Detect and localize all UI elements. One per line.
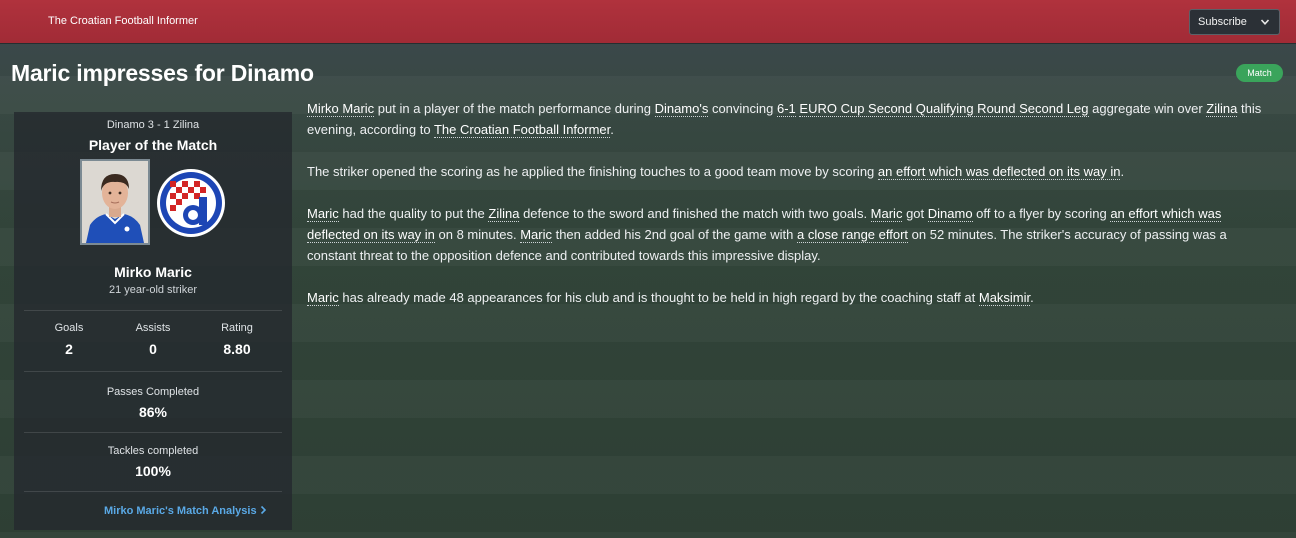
player-of-match-panel: Dinamo 3 - 1 Zilina Player of the Match (14, 112, 292, 530)
article-paragraph: Mirko Maric put in a player of the match… (307, 98, 1267, 140)
article-text: . (610, 122, 614, 137)
club-link[interactable]: Dinamo's (654, 101, 709, 117)
player-name[interactable]: Mirko Maric (14, 264, 292, 280)
article-text: convincing (708, 101, 777, 116)
divider (24, 491, 282, 492)
match-score[interactable]: Dinamo 3 - 1 Zilina (14, 119, 292, 131)
divider (24, 371, 282, 372)
club-link[interactable]: Dinamo (927, 206, 973, 222)
award-title: Player of the Match (88, 137, 218, 153)
article-text: The striker opened the scoring as he app… (307, 164, 878, 179)
player-link[interactable]: Maric (520, 227, 552, 243)
article-text: . (1120, 164, 1125, 179)
stadium-link[interactable]: Maksimir (978, 290, 1031, 306)
article-text: had the quality to put the (338, 206, 489, 221)
article-text: . (1030, 290, 1034, 305)
subscribe-label: Subscribe (1198, 16, 1247, 28)
goals-value: 2 (65, 341, 73, 357)
rating-label: Rating (221, 322, 253, 334)
article-text: on 8 minutes. (434, 227, 521, 242)
player-link[interactable]: Maric (307, 206, 339, 222)
player-photo[interactable] (80, 159, 150, 245)
assists-value: 0 (149, 341, 157, 357)
article-text: then added his 2nd goal of the game with (551, 227, 797, 242)
tackles-label: Tackles completed (107, 445, 199, 457)
source-link[interactable]: The Croatian Football Informer (433, 122, 611, 138)
chevron-right-icon (260, 505, 266, 515)
article-text: got (902, 206, 928, 221)
publication-name: The Croatian Football Informer (48, 15, 198, 27)
divider (24, 432, 282, 433)
article-text: put in a player of the match performance… (374, 101, 655, 116)
player-portrait-icon (82, 161, 148, 243)
opponent-link[interactable]: Zilina (1206, 101, 1238, 117)
opponent-link[interactable]: Zilina (488, 206, 520, 222)
article-paragraph: Maric has already made 48 appearances fo… (307, 287, 1267, 308)
chevron-down-icon (1260, 19, 1270, 25)
page-title: Maric impresses for Dinamo (11, 60, 314, 86)
match-analysis-link[interactable]: Mirko Maric's Match Analysis (104, 505, 267, 517)
competition-link[interactable]: EURO Cup Second Qualifying Round Second … (799, 101, 1089, 117)
goals-label: Goals (54, 322, 84, 334)
article-text: off to a flyer by scoring (972, 206, 1111, 221)
match-analysis-label: Mirko Maric's Match Analysis (104, 505, 257, 517)
player-link[interactable]: Maric (307, 290, 339, 306)
article-paragraph: The striker opened the scoring as he app… (307, 161, 1267, 182)
subscribe-dropdown[interactable]: Subscribe (1189, 9, 1280, 35)
rating-value: 8.80 (223, 341, 251, 357)
article-paragraph: Maric had the quality to put the Zilina … (307, 203, 1267, 266)
player-description: 21 year-old striker (108, 284, 198, 296)
goal-link[interactable]: an effort which was deflected on its way… (877, 164, 1121, 180)
article-body: Mirko Maric put in a player of the match… (307, 98, 1267, 329)
player-link[interactable]: Maric (870, 206, 903, 222)
article-text: has already made 48 appearances for his … (338, 290, 979, 305)
tackles-value: 100% (135, 463, 171, 479)
passes-value: 86% (138, 404, 168, 420)
passes-label: Passes Completed (106, 386, 200, 398)
goal-link[interactable]: a close range effort (796, 227, 909, 243)
category-badge: Match (1236, 64, 1283, 82)
match-result-link[interactable]: 6-1 (777, 101, 796, 117)
club-crest-icon[interactable] (155, 167, 227, 239)
assists-label: Assists (135, 322, 171, 334)
divider (24, 310, 282, 311)
player-link[interactable]: Mirko Maric (307, 101, 375, 117)
article-text: defence to the sword and finished the ma… (519, 206, 871, 221)
article-text: aggregate win over (1088, 101, 1207, 116)
top-bar: The Croatian Football Informer Subscribe (0, 0, 1296, 43)
